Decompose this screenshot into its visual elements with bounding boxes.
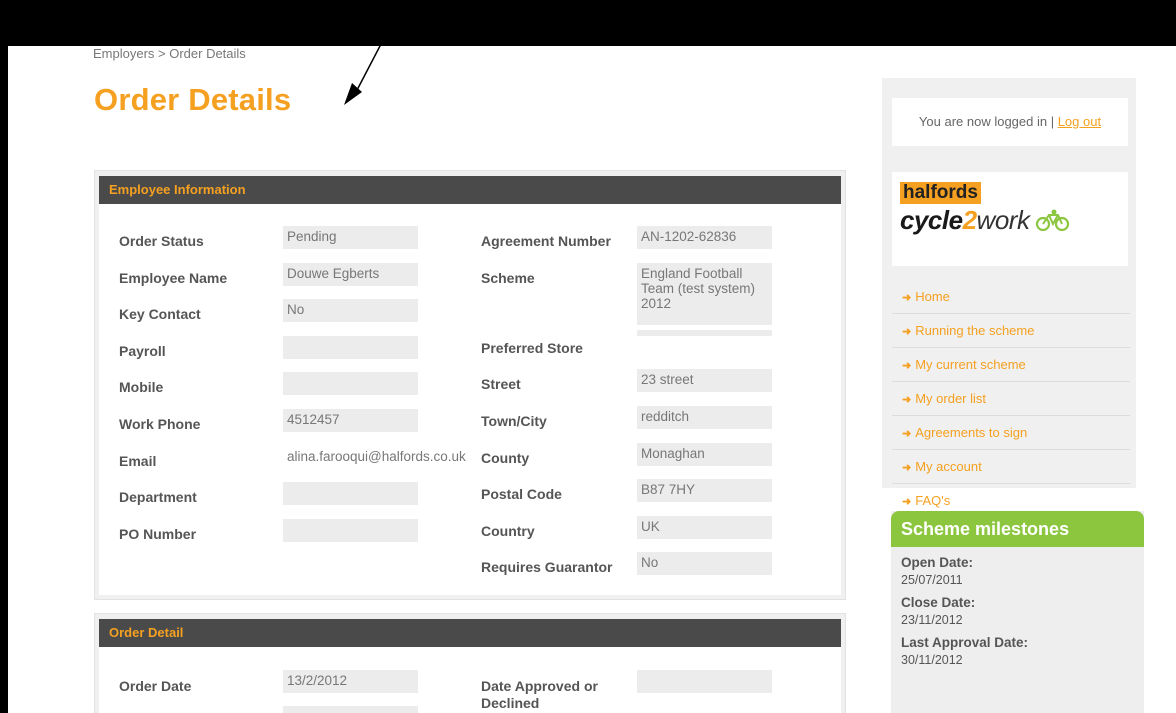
work-phone-value: 4512457 xyxy=(283,409,418,432)
arrow-icon: ➜ xyxy=(902,394,912,406)
order-date-value: 13/2/2012 xyxy=(283,670,418,693)
nav-item-my-order-list[interactable]: ➜ My order list xyxy=(892,382,1130,416)
po-number-value xyxy=(283,519,418,542)
last-approval-date-value: 30/11/2012 xyxy=(901,653,963,667)
requires-guarantor-value: No xyxy=(637,552,772,575)
logo-halfords-text: halfords xyxy=(900,182,981,204)
order-status-value: Pending xyxy=(283,226,418,249)
agreement-number-label: Agreement Number xyxy=(481,233,611,249)
order-date-label: Order Date xyxy=(119,678,192,694)
country-value: UK xyxy=(637,516,772,539)
halfords-cycle2work-logo[interactable]: halfords cycle2work xyxy=(892,172,1128,266)
sidebar: You are now logged in | Log out halfords… xyxy=(882,78,1136,518)
scheme-milestones-title: Scheme milestones xyxy=(891,511,1144,547)
postal-code-value: B87 7HY xyxy=(637,479,772,502)
agreement-number-value: AN-1202-62836 xyxy=(637,226,772,249)
date-approved-label: Date Approved or Declined xyxy=(481,678,598,711)
payroll-value xyxy=(283,336,418,359)
page-title: Order Details xyxy=(94,82,292,117)
employee-information-header: Employee Information xyxy=(99,176,841,204)
nav-item-label: FAQ's xyxy=(915,493,951,508)
sidebar-nav: ➜ Home ➜ Running the scheme ➜ My current sc… xyxy=(892,280,1130,518)
order-detail-header: Order Detail xyxy=(99,619,841,647)
employee-information-body: Order Status Pending Employee Name Douwe… xyxy=(99,204,841,595)
street-value: 23 street xyxy=(637,369,772,392)
county-value: Monaghan xyxy=(637,443,772,466)
mobile-label: Mobile xyxy=(119,379,164,395)
po-number-label: PO Number xyxy=(119,526,197,542)
arrow-icon: ➜ xyxy=(902,326,912,338)
requires-guarantor-label: Requires Guarantor xyxy=(481,559,613,575)
county-label: County xyxy=(481,450,530,466)
postal-code-label: Postal Code xyxy=(481,486,562,502)
nav-item-label: My account xyxy=(915,459,982,474)
logout-link[interactable]: Log out xyxy=(1058,114,1101,129)
logo-two: 2 xyxy=(962,205,977,235)
department-value xyxy=(283,482,418,505)
department-label: Department xyxy=(119,489,197,505)
arrow-icon: ➜ xyxy=(902,462,912,474)
arrow-icon: ➜ xyxy=(902,428,912,440)
page: Employers > Order Details Order Details … xyxy=(8,46,1176,713)
country-label: Country xyxy=(481,523,535,539)
employee-name-value: Douwe Egberts xyxy=(283,263,418,286)
nav-item-home[interactable]: ➜ Home xyxy=(892,280,1130,314)
nav-item-agreements-to-sign[interactable]: ➜ Agreements to sign xyxy=(892,416,1130,450)
employee-information-panel: Employee Information Order Status Pendin… xyxy=(94,170,846,600)
nav-item-label: My current scheme xyxy=(915,357,1026,372)
preferred-store-value xyxy=(637,330,772,336)
nav-item-my-account[interactable]: ➜ My account xyxy=(892,450,1130,484)
order-detail-panel: Order Detail Order Date 13/2/2012 Date A… xyxy=(94,613,846,713)
scheme-value: England Football Team (test system) 2012 xyxy=(637,263,772,325)
work-phone-label: Work Phone xyxy=(119,416,201,432)
scheme-label: Scheme xyxy=(481,270,535,286)
street-label: Street xyxy=(481,376,521,392)
order-status-label: Order Status xyxy=(119,233,204,249)
login-status: You are now logged in | Log out xyxy=(892,98,1128,146)
logo-work: work xyxy=(976,205,1030,235)
last-approval-date-label: Last Approval Date: xyxy=(901,635,1029,650)
open-date-label: Open Date: xyxy=(901,555,974,570)
arrow-icon: ➜ xyxy=(902,292,912,304)
close-date-label: Close Date: xyxy=(901,595,976,610)
email-label: Email xyxy=(119,453,157,469)
date-approved-value xyxy=(637,670,772,693)
logo-cycle2work-text: cycle2work xyxy=(900,205,1070,236)
login-status-text: You are now logged in | xyxy=(918,114,1058,129)
email-value: alina.farooqui@halfords.co.uk xyxy=(287,449,466,464)
nav-item-label: Agreements to sign xyxy=(915,425,1028,440)
bicycle-icon xyxy=(1036,209,1070,232)
town-city-label: Town/City xyxy=(481,413,547,429)
mobile-value xyxy=(283,372,418,395)
key-contact-value: No xyxy=(283,299,418,322)
employee-name-label: Employee Name xyxy=(119,270,228,286)
nav-item-my-current-scheme[interactable]: ➜ My current scheme xyxy=(892,348,1130,382)
arrow-icon: ➜ xyxy=(902,360,912,372)
close-date-value: 23/11/2012 xyxy=(901,613,963,627)
logo-cycle: cycle xyxy=(900,205,963,235)
nav-item-label: Home xyxy=(915,289,950,304)
breadcrumb[interactable]: Employers > Order Details xyxy=(93,46,246,61)
town-city-value: redditch xyxy=(637,406,772,429)
nav-item-running-the-scheme[interactable]: ➜ Running the scheme xyxy=(892,314,1130,348)
key-contact-label: Key Contact xyxy=(119,306,201,322)
order-detail-body: Order Date 13/2/2012 Date Approved or De… xyxy=(99,647,841,713)
order-detail-next-value xyxy=(283,706,418,713)
arrow-icon: ➜ xyxy=(902,496,912,508)
nav-item-label: Running the scheme xyxy=(915,323,1035,338)
preferred-store-label: Preferred Store xyxy=(481,340,583,356)
nav-item-label: My order list xyxy=(915,391,987,406)
scheme-milestones: Scheme milestones Open Date: 25/07/2011 … xyxy=(891,511,1144,713)
payroll-label: Payroll xyxy=(119,343,166,359)
open-date-value: 25/07/2011 xyxy=(901,573,963,587)
